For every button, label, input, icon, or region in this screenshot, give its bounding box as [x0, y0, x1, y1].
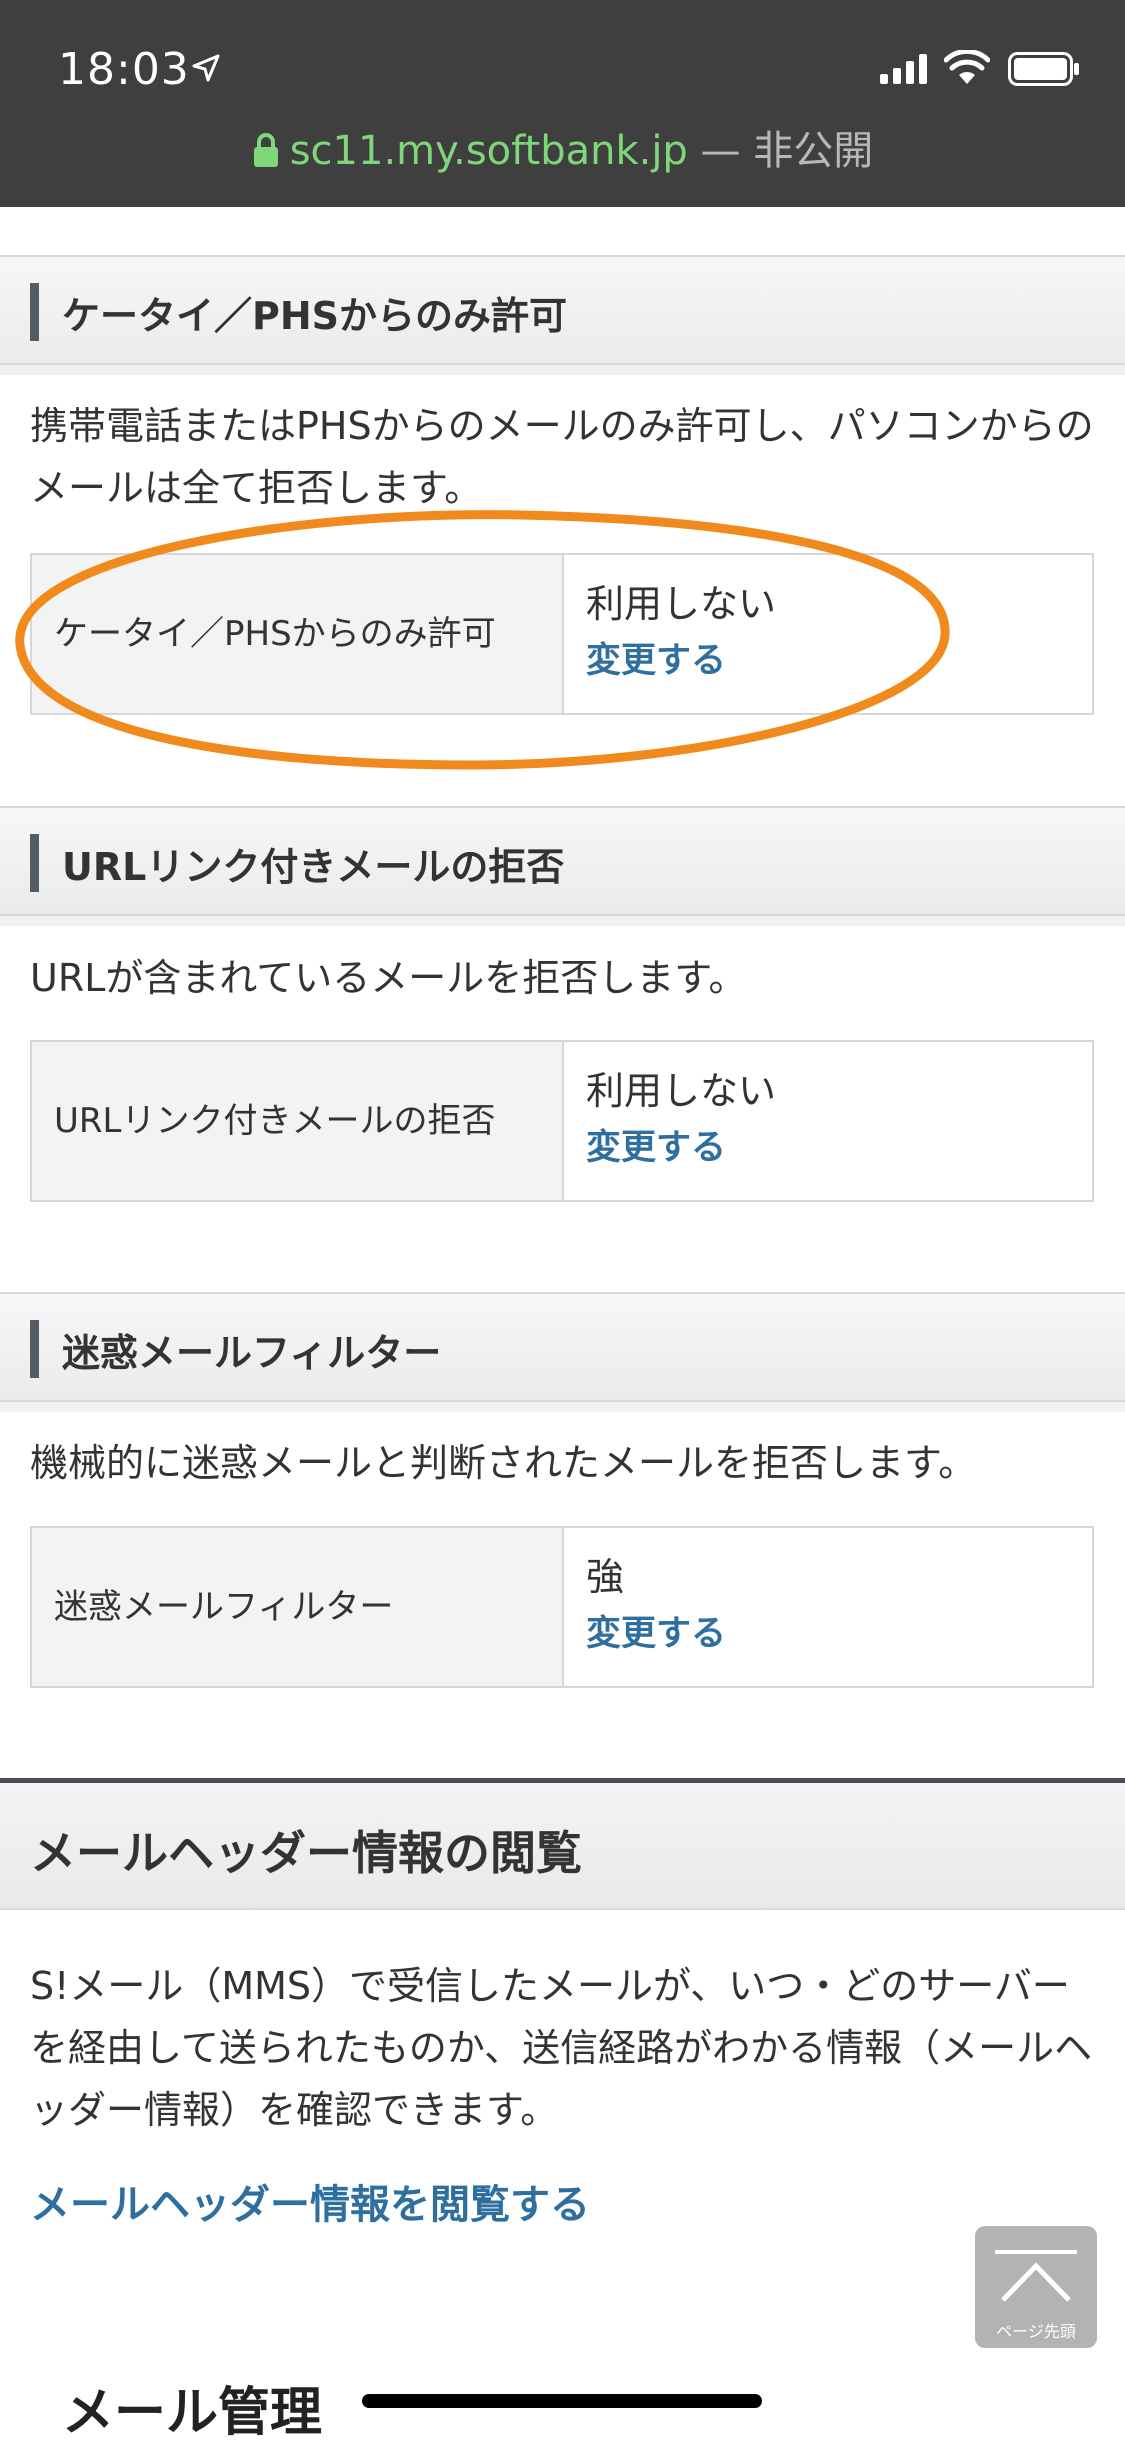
section-title: 迷惑メールフィルター: [62, 1331, 442, 1375]
section-header-spam-filter: 迷惑メールフィルター: [0, 1292, 1125, 1412]
setting-table-url-reject: URLリンク付きメールの拒否 利用しない 変更する: [30, 1040, 1094, 1202]
change-link[interactable]: 変更する: [586, 1602, 1070, 1666]
url-domain: sc11.my.softbank.jp: [289, 128, 688, 174]
section-marker: [30, 1320, 39, 1378]
setting-value-cell: 利用しない 変更する: [564, 1042, 1092, 1200]
browser-top-bar: 18:03 sc11.my.softbank.jp — 非公開: [0, 0, 1125, 207]
location-arrow-icon: [192, 54, 220, 82]
wifi-icon: [944, 50, 990, 84]
section-description: 機械的に迷惑メールと判断されたメールを拒否します。: [30, 1441, 977, 1485]
back-to-top-button[interactable]: ページ先頭: [975, 2226, 1097, 2348]
mail-header-description: S!メール（MMS）で受信したメールが、いつ・どのサーバーを経由して送られたもの…: [30, 1964, 1093, 2132]
change-link[interactable]: 変更する: [586, 1116, 1070, 1180]
lock-icon: [253, 133, 278, 167]
setting-label: URLリンク付きメールの拒否: [32, 1042, 564, 1200]
url-bar[interactable]: sc11.my.softbank.jp — 非公開: [0, 118, 1125, 176]
cellular-signal-icon: [880, 54, 927, 84]
setting-status: 強: [586, 1555, 625, 1599]
chevron-up-icon: [995, 2250, 1077, 2302]
url-separator: —: [687, 128, 754, 174]
setting-value-cell: 強 変更する: [564, 1528, 1092, 1686]
battery-icon: [1008, 52, 1079, 86]
view-mail-header-link[interactable]: メールヘッダー情報を閲覧する: [30, 2172, 590, 2230]
section-marker: [30, 283, 39, 341]
home-indicator[interactable]: [362, 2394, 762, 2408]
setting-table-spam-filter: 迷惑メールフィルター 強 変更する: [30, 1526, 1094, 1688]
section-title: メールヘッダー情報の閲覧: [30, 1826, 582, 1880]
setting-status: 利用しない: [586, 1069, 777, 1113]
section-description: URLが含まれているメールを拒否します。: [30, 956, 747, 1000]
mail-header-section-header: メールヘッダー情報の閲覧: [0, 1778, 1125, 1910]
back-to-top-label: ページ先頭: [996, 2322, 1076, 2341]
section-header-url-reject: URLリンク付きメールの拒否: [0, 806, 1125, 926]
section-title: URLリンク付きメールの拒否: [62, 845, 565, 889]
mail-management-title: メール管理: [62, 2383, 323, 2443]
section-title: ケータイ／PHSからのみ許可: [62, 294, 568, 338]
setting-label: 迷惑メールフィルター: [32, 1528, 564, 1686]
section-marker: [30, 834, 39, 892]
section-header-mobile-only: ケータイ／PHSからのみ許可: [0, 255, 1125, 375]
url-privacy-label: 非公開: [753, 128, 874, 174]
annotation-oval: [15, 510, 950, 770]
status-time: 18:03: [58, 44, 190, 95]
